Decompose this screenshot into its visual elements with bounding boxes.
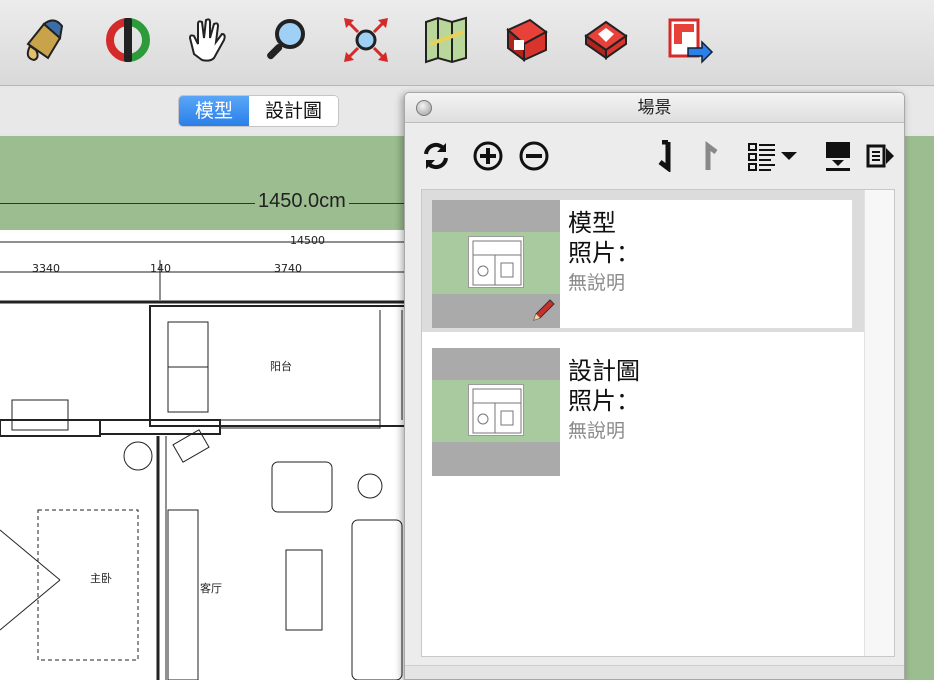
thumbnail-plan	[468, 236, 524, 288]
dimension-label: 1450.0cm	[255, 190, 349, 213]
update-scene-icon[interactable]	[419, 139, 453, 173]
map-icon[interactable]	[418, 12, 474, 68]
move-scene-up-icon[interactable]	[695, 139, 729, 173]
scene-photo-label: 照片：	[568, 239, 640, 267]
send-to-layout-icon[interactable]	[660, 12, 716, 68]
orbit-icon[interactable]	[100, 12, 156, 68]
scene-tabs: 模型 設計圖	[178, 95, 340, 127]
scene-item-design[interactable]: 設計圖 照片： 無說明	[422, 338, 865, 480]
scene-item-model[interactable]: 模型 照片： 無說明	[422, 190, 865, 332]
tab-model[interactable]: 模型	[179, 96, 250, 126]
panel-footer	[405, 665, 904, 679]
zoom-extents-icon[interactable]	[338, 12, 394, 68]
scene-info: 模型 照片： 無說明	[568, 208, 640, 298]
warehouse-icon[interactable]	[498, 12, 554, 68]
paint-bucket-icon[interactable]	[18, 12, 74, 68]
remove-scene-icon[interactable]	[517, 139, 551, 173]
expand-panel-icon[interactable]	[863, 139, 897, 173]
scene-list-scrollbar[interactable]	[864, 190, 894, 656]
scene-card: 模型 照片： 無說明	[432, 200, 852, 328]
main-toolbar	[0, 0, 934, 86]
scene-thumbnail	[432, 200, 560, 328]
svg-text:14500: 14500	[290, 234, 325, 247]
scene-name: 模型	[568, 209, 616, 237]
scene-toolbar	[405, 123, 904, 185]
panel-title: 場景	[637, 98, 672, 118]
scene-photo-label: 照片：	[568, 387, 640, 415]
panel-title-bar[interactable]: 場景	[405, 93, 904, 123]
pencil-icon	[533, 299, 555, 321]
close-button[interactable]	[416, 100, 432, 116]
scene-info: 設計圖 照片： 無說明	[568, 356, 640, 446]
scene-thumbnail	[432, 348, 560, 476]
svg-text:阳台: 阳台	[270, 359, 292, 373]
thumbnail-plan	[468, 384, 524, 436]
scene-name: 設計圖	[568, 357, 640, 385]
zoom-icon[interactable]	[258, 12, 314, 68]
pan-hand-icon[interactable]	[180, 12, 236, 68]
add-scene-icon[interactable]	[471, 139, 505, 173]
floor-plan-sheet: 14500 3340 140 3740 阳台 主卧 客厅	[0, 230, 411, 680]
tab-design[interactable]: 設計圖	[249, 96, 339, 126]
scene-description: 無說明	[568, 420, 626, 442]
extension-warehouse-icon[interactable]	[578, 12, 634, 68]
scene-list[interactable]: 模型 照片： 無說明 設計圖 照片： 無說明	[421, 189, 895, 657]
svg-text:140: 140	[150, 262, 171, 275]
svg-text:3340: 3340	[32, 262, 60, 275]
scene-card: 設計圖 照片： 無說明	[432, 348, 852, 476]
move-scene-down-icon[interactable]	[647, 139, 681, 173]
svg-text:3740: 3740	[274, 262, 302, 275]
scenes-panel: 場景 模型 照片： 無說明 設計圖 照片： 無說明	[404, 92, 905, 680]
svg-text:客厅: 客厅	[200, 581, 222, 595]
svg-text:主卧: 主卧	[90, 572, 112, 585]
view-options-icon[interactable]	[745, 139, 805, 173]
hide-details-icon[interactable]	[821, 139, 855, 173]
scene-description: 無說明	[568, 272, 626, 294]
floor-plan-drawing: 14500 3340 140 3740 阳台 主卧 客厅	[0, 234, 411, 680]
